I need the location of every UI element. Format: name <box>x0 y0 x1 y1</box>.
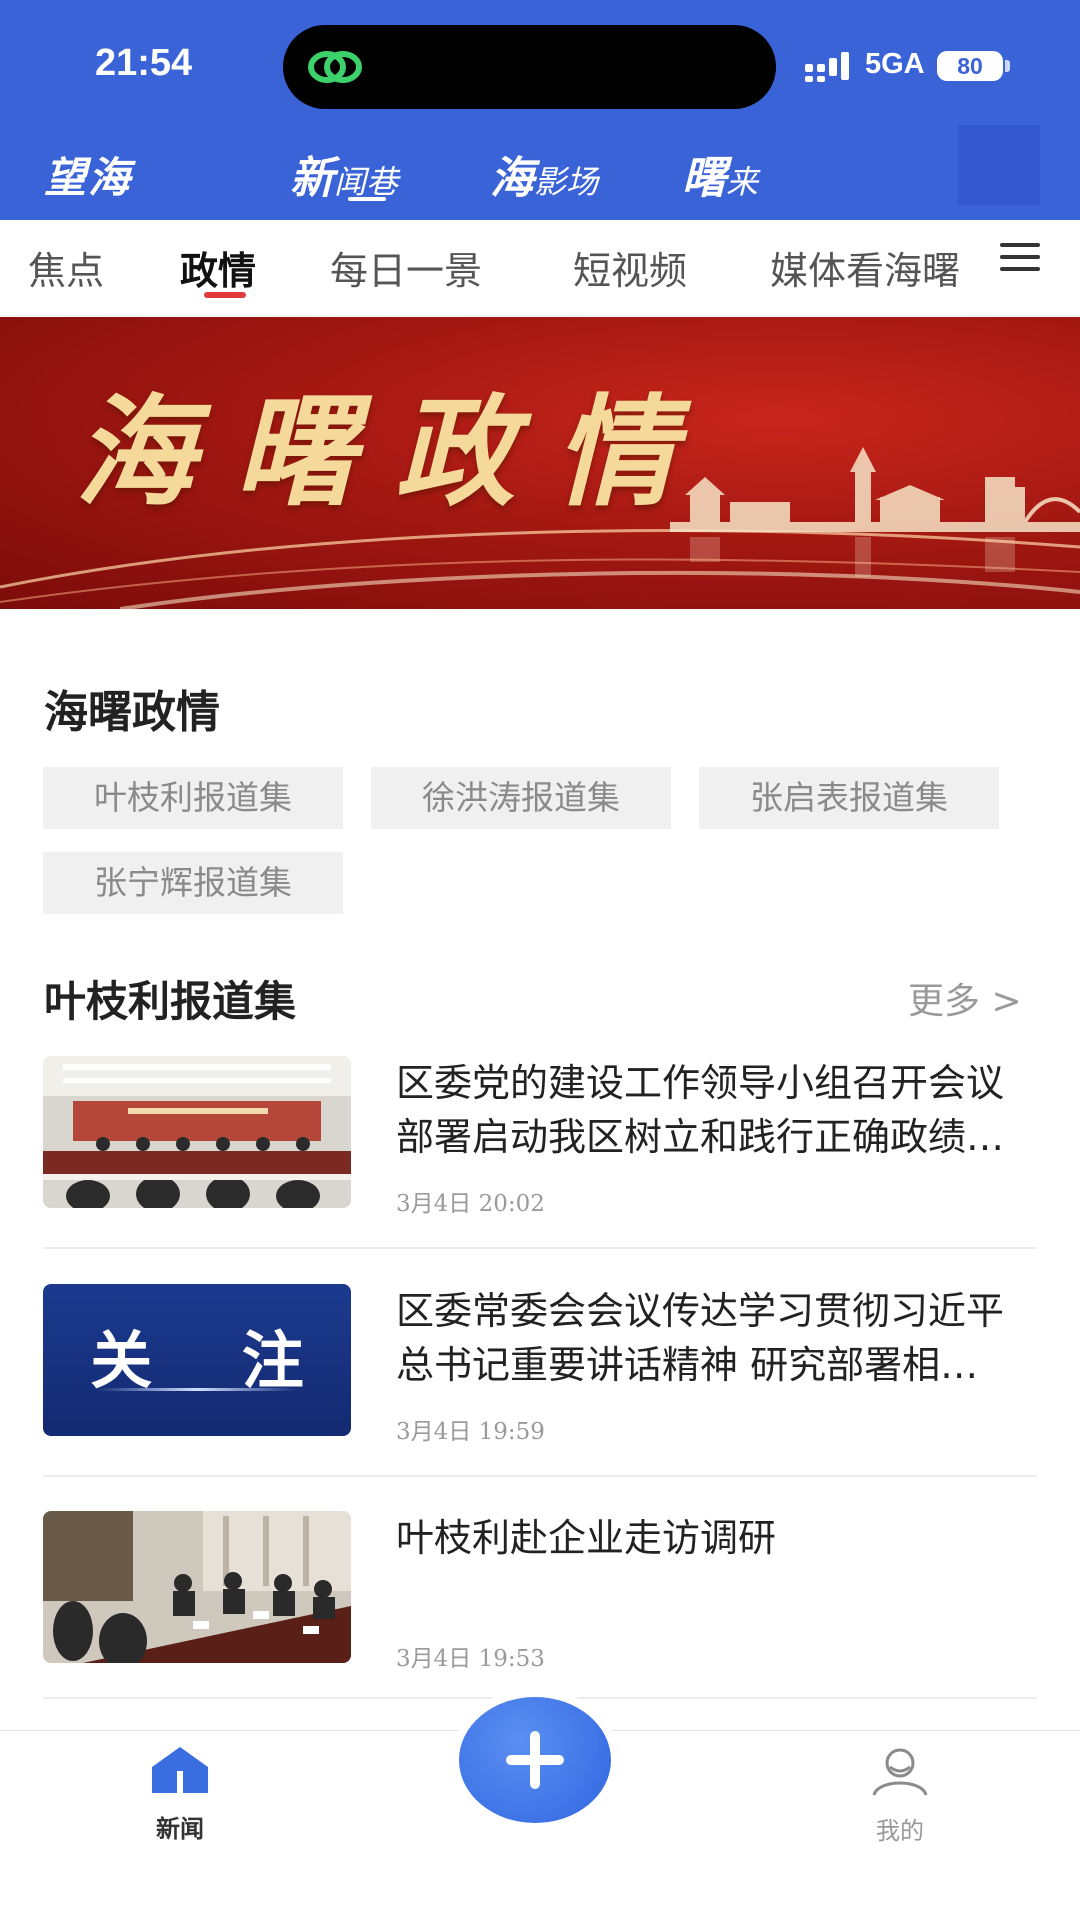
news-thumbnail <box>43 1511 351 1663</box>
tab-short-video[interactable]: 短视频 <box>573 240 687 295</box>
signal-icon <box>805 52 849 82</box>
visit-photo-icon <box>43 1511 351 1663</box>
category-tabs: 焦点 政情 每日一景 短视频 媒体看海曙 <box>0 220 1080 316</box>
news-title: 区委党的建设工作领导小组召开会议 部署启动我区树立和践行正确政绩观学习教育 <box>396 1061 1005 1159</box>
chip-report-3[interactable]: 张启表报道集 <box>699 767 999 829</box>
bottom-tab-news[interactable]: 新闻 <box>120 1745 240 1844</box>
news-item[interactable]: 关 注 区委常委会会议传达学习贯彻习近平总书记重要讲话精神 研究部署相关工作 3… <box>43 1284 1037 1464</box>
user-icon <box>872 1748 928 1796</box>
tab-media-view[interactable]: 媒体看海曙 <box>770 240 970 295</box>
subsection-title: 叶枝利报道集 <box>44 977 297 1026</box>
top-nav-small: 来 <box>726 163 759 201</box>
news-item[interactable]: 区委党的建设工作领导小组召开会议 部署启动我区树立和践行正确政绩观学习教育 3月… <box>43 1056 1037 1236</box>
app-link-icon <box>308 51 362 83</box>
list-divider <box>43 1247 1037 1249</box>
section-title: 海曙政情 <box>44 687 220 738</box>
battery-cap <box>1005 60 1010 72</box>
banner[interactable]: 海曙政情 <box>0 317 1080 609</box>
news-title: 区委常委会会议传达学习贯彻习近平总书记重要讲话精神 研究部署相关工作 <box>396 1289 1005 1387</box>
tab-focus[interactable]: 焦点 <box>28 240 104 295</box>
tab-politics[interactable]: 政情 <box>180 240 256 295</box>
top-nav-small: 影场 <box>534 163 599 201</box>
news-title: 叶枝利赴企业走访调研 <box>396 1516 777 1560</box>
status-time: 21:54 <box>95 42 193 84</box>
news-thumbnail: 关 注 <box>43 1284 351 1436</box>
list-divider <box>43 1475 1037 1477</box>
bottom-tab-label: 新闻 <box>156 1815 204 1843</box>
news-item[interactable]: 叶枝利赴企业走访调研 3月4日 19:53 <box>43 1511 1037 1691</box>
more-link[interactable]: 更多 > <box>908 972 1022 1024</box>
tab-active-indicator <box>204 292 246 298</box>
home-icon <box>152 1747 208 1793</box>
network-type: 5GA <box>865 48 925 80</box>
top-nav-news-lane[interactable]: 新 闻巷 <box>290 142 398 204</box>
news-time: 3月4日 20:02 <box>396 1191 545 1217</box>
top-nav-big: 曙 <box>682 153 726 202</box>
top-nav-cinema[interactable]: 海 影场 <box>490 142 599 204</box>
chip-report-1[interactable]: 叶枝利报道集 <box>43 767 343 829</box>
top-nav-underline <box>348 197 386 201</box>
dynamic-island <box>283 25 776 109</box>
thumb-focus-text: 关 注 <box>90 1324 338 1397</box>
meeting-photo-icon <box>43 1056 351 1208</box>
bottom-tab-label: 我的 <box>876 1817 924 1845</box>
thumb-glow-line <box>97 1388 297 1391</box>
tab-daily-scene[interactable]: 每日一景 <box>330 240 482 295</box>
news-time: 3月4日 19:59 <box>396 1419 545 1445</box>
menu-icon[interactable] <box>1000 243 1040 273</box>
top-nav-fade <box>958 125 1040 205</box>
brand-logo[interactable]: 望海 <box>44 144 132 205</box>
top-nav-big: 新 <box>290 153 334 204</box>
banner-title: 海曙政情 <box>75 382 715 523</box>
plus-icon-vertical <box>530 1731 540 1789</box>
news-time: 3月4日 19:53 <box>396 1646 545 1672</box>
app-header: 21:54 5GA 80 望海 新 闻巷 海 影场 曙 来 <box>0 0 1080 220</box>
top-nav-third[interactable]: 曙 来 <box>682 142 794 202</box>
bottom-tab-me[interactable]: 我的 <box>840 1745 960 1846</box>
chip-report-4[interactable]: 张宁辉报道集 <box>43 852 343 914</box>
news-thumbnail <box>43 1056 351 1208</box>
chip-report-2[interactable]: 徐洪涛报道集 <box>371 767 671 829</box>
top-nav-big: 海 <box>490 153 534 204</box>
battery-icon: 80 <box>937 51 1003 81</box>
